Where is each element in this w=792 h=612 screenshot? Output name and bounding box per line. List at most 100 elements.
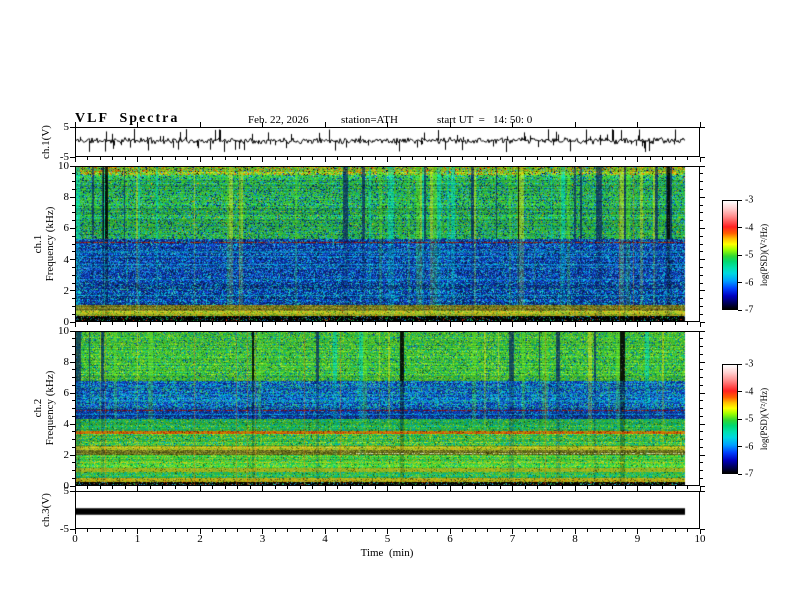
- tick-mark: [700, 220, 703, 222]
- tick-mark: [700, 305, 703, 307]
- tick-mark: [387, 322, 388, 327]
- tick-mark: [700, 485, 705, 487]
- tick-mark: [72, 462, 75, 464]
- tick-mark: [662, 157, 663, 160]
- vlf-spectra-figure: VLF Spectra Feb. 22, 2026 station=ATH st…: [0, 0, 792, 612]
- tick-mark: [87, 486, 88, 489]
- tick-mark: [70, 290, 75, 292]
- tick-mark: [700, 227, 705, 229]
- ch2-spectrogram-canvas: [76, 332, 699, 485]
- tick-mark: [212, 322, 213, 325]
- tick-mark: [72, 298, 75, 300]
- tick-mark: [349, 322, 351, 325]
- ch3-voltage-ylabel: ch.3(V): [40, 493, 52, 527]
- tick-mark: [87, 322, 88, 325]
- tick-mark: [637, 122, 638, 127]
- tick-mark: [70, 361, 75, 363]
- tick-mark: [70, 330, 75, 332]
- panel-ch1-spectrogram: [75, 166, 700, 322]
- tick-label: -4: [745, 386, 754, 397]
- tick-mark: [449, 322, 451, 327]
- tick-label: 5: [63, 485, 70, 497]
- tick-mark: [587, 486, 588, 489]
- tick-mark: [662, 486, 663, 489]
- tick-mark: [437, 529, 438, 532]
- tick-mark: [262, 322, 263, 327]
- colorbar-ch1-gradient: [723, 201, 737, 309]
- tick-mark: [399, 529, 401, 532]
- tick-mark: [72, 305, 75, 307]
- tick-mark: [412, 529, 413, 532]
- tick-mark: [487, 529, 488, 532]
- tick-mark: [474, 322, 476, 325]
- tick-mark: [612, 157, 613, 160]
- tick-mark: [72, 313, 75, 315]
- tick-mark: [387, 122, 388, 127]
- tick-mark: [700, 415, 703, 417]
- tick-mark: [72, 369, 75, 371]
- colorbar-ch1-label: log(PSD)(V²/Hz): [759, 223, 769, 287]
- tick-mark: [72, 282, 75, 284]
- tick-mark: [624, 486, 626, 489]
- tick-label: 10: [694, 533, 706, 545]
- tick-mark: [287, 157, 288, 160]
- tick-label: 8: [63, 191, 70, 204]
- tick-mark: [549, 322, 551, 325]
- tick-mark: [487, 322, 488, 325]
- tick-mark: [212, 157, 213, 160]
- tick-mark: [674, 322, 676, 325]
- tick-mark: [574, 322, 576, 327]
- tick-mark: [72, 338, 75, 340]
- tick-mark: [324, 122, 326, 127]
- tick-mark: [487, 157, 488, 160]
- tick-mark: [699, 322, 701, 327]
- tick-mark: [537, 322, 538, 325]
- tick-mark: [700, 528, 705, 530]
- tick-mark: [700, 181, 703, 183]
- tick-mark: [738, 199, 742, 201]
- tick-mark: [700, 330, 705, 332]
- tick-mark: [612, 529, 613, 532]
- tick-mark: [187, 529, 188, 532]
- tick-mark: [474, 529, 476, 532]
- tick-mark: [362, 529, 363, 532]
- tick-mark: [499, 529, 501, 532]
- tick-mark: [699, 157, 701, 162]
- tick-mark: [587, 157, 588, 160]
- tick-mark: [72, 181, 75, 183]
- tick-mark: [387, 486, 388, 491]
- tick-mark: [72, 477, 75, 479]
- tick-mark: [449, 122, 451, 127]
- tick-mark: [70, 392, 75, 394]
- tick-mark: [274, 322, 276, 325]
- tick-mark: [412, 157, 413, 160]
- tick-mark: [70, 126, 75, 128]
- panel-ch2-spectrogram: [75, 331, 700, 486]
- tick-mark: [700, 423, 705, 425]
- tick-mark: [674, 157, 676, 160]
- tick-mark: [412, 486, 413, 489]
- tick-mark: [70, 528, 75, 530]
- tick-mark: [70, 227, 75, 229]
- tick-mark: [624, 157, 626, 160]
- tick-label: 2: [197, 533, 203, 545]
- tick-mark: [700, 290, 705, 292]
- tick-mark: [537, 157, 538, 160]
- tick-mark: [72, 274, 75, 276]
- tick-mark: [462, 157, 463, 160]
- tick-mark: [512, 157, 513, 162]
- tick-mark: [387, 157, 388, 162]
- tick-mark: [700, 377, 703, 378]
- tick-mark: [738, 418, 742, 420]
- tick-label: 5: [384, 533, 391, 545]
- tick-mark: [74, 322, 76, 327]
- tick-mark: [99, 157, 101, 160]
- tick-mark: [162, 157, 163, 160]
- tick-mark: [700, 346, 703, 347]
- tick-mark: [124, 529, 126, 532]
- tick-mark: [700, 259, 705, 261]
- tick-mark: [174, 486, 176, 489]
- plot-title: VLF Spectra: [75, 111, 180, 126]
- tick-mark: [700, 243, 703, 245]
- tick-mark: [199, 122, 201, 127]
